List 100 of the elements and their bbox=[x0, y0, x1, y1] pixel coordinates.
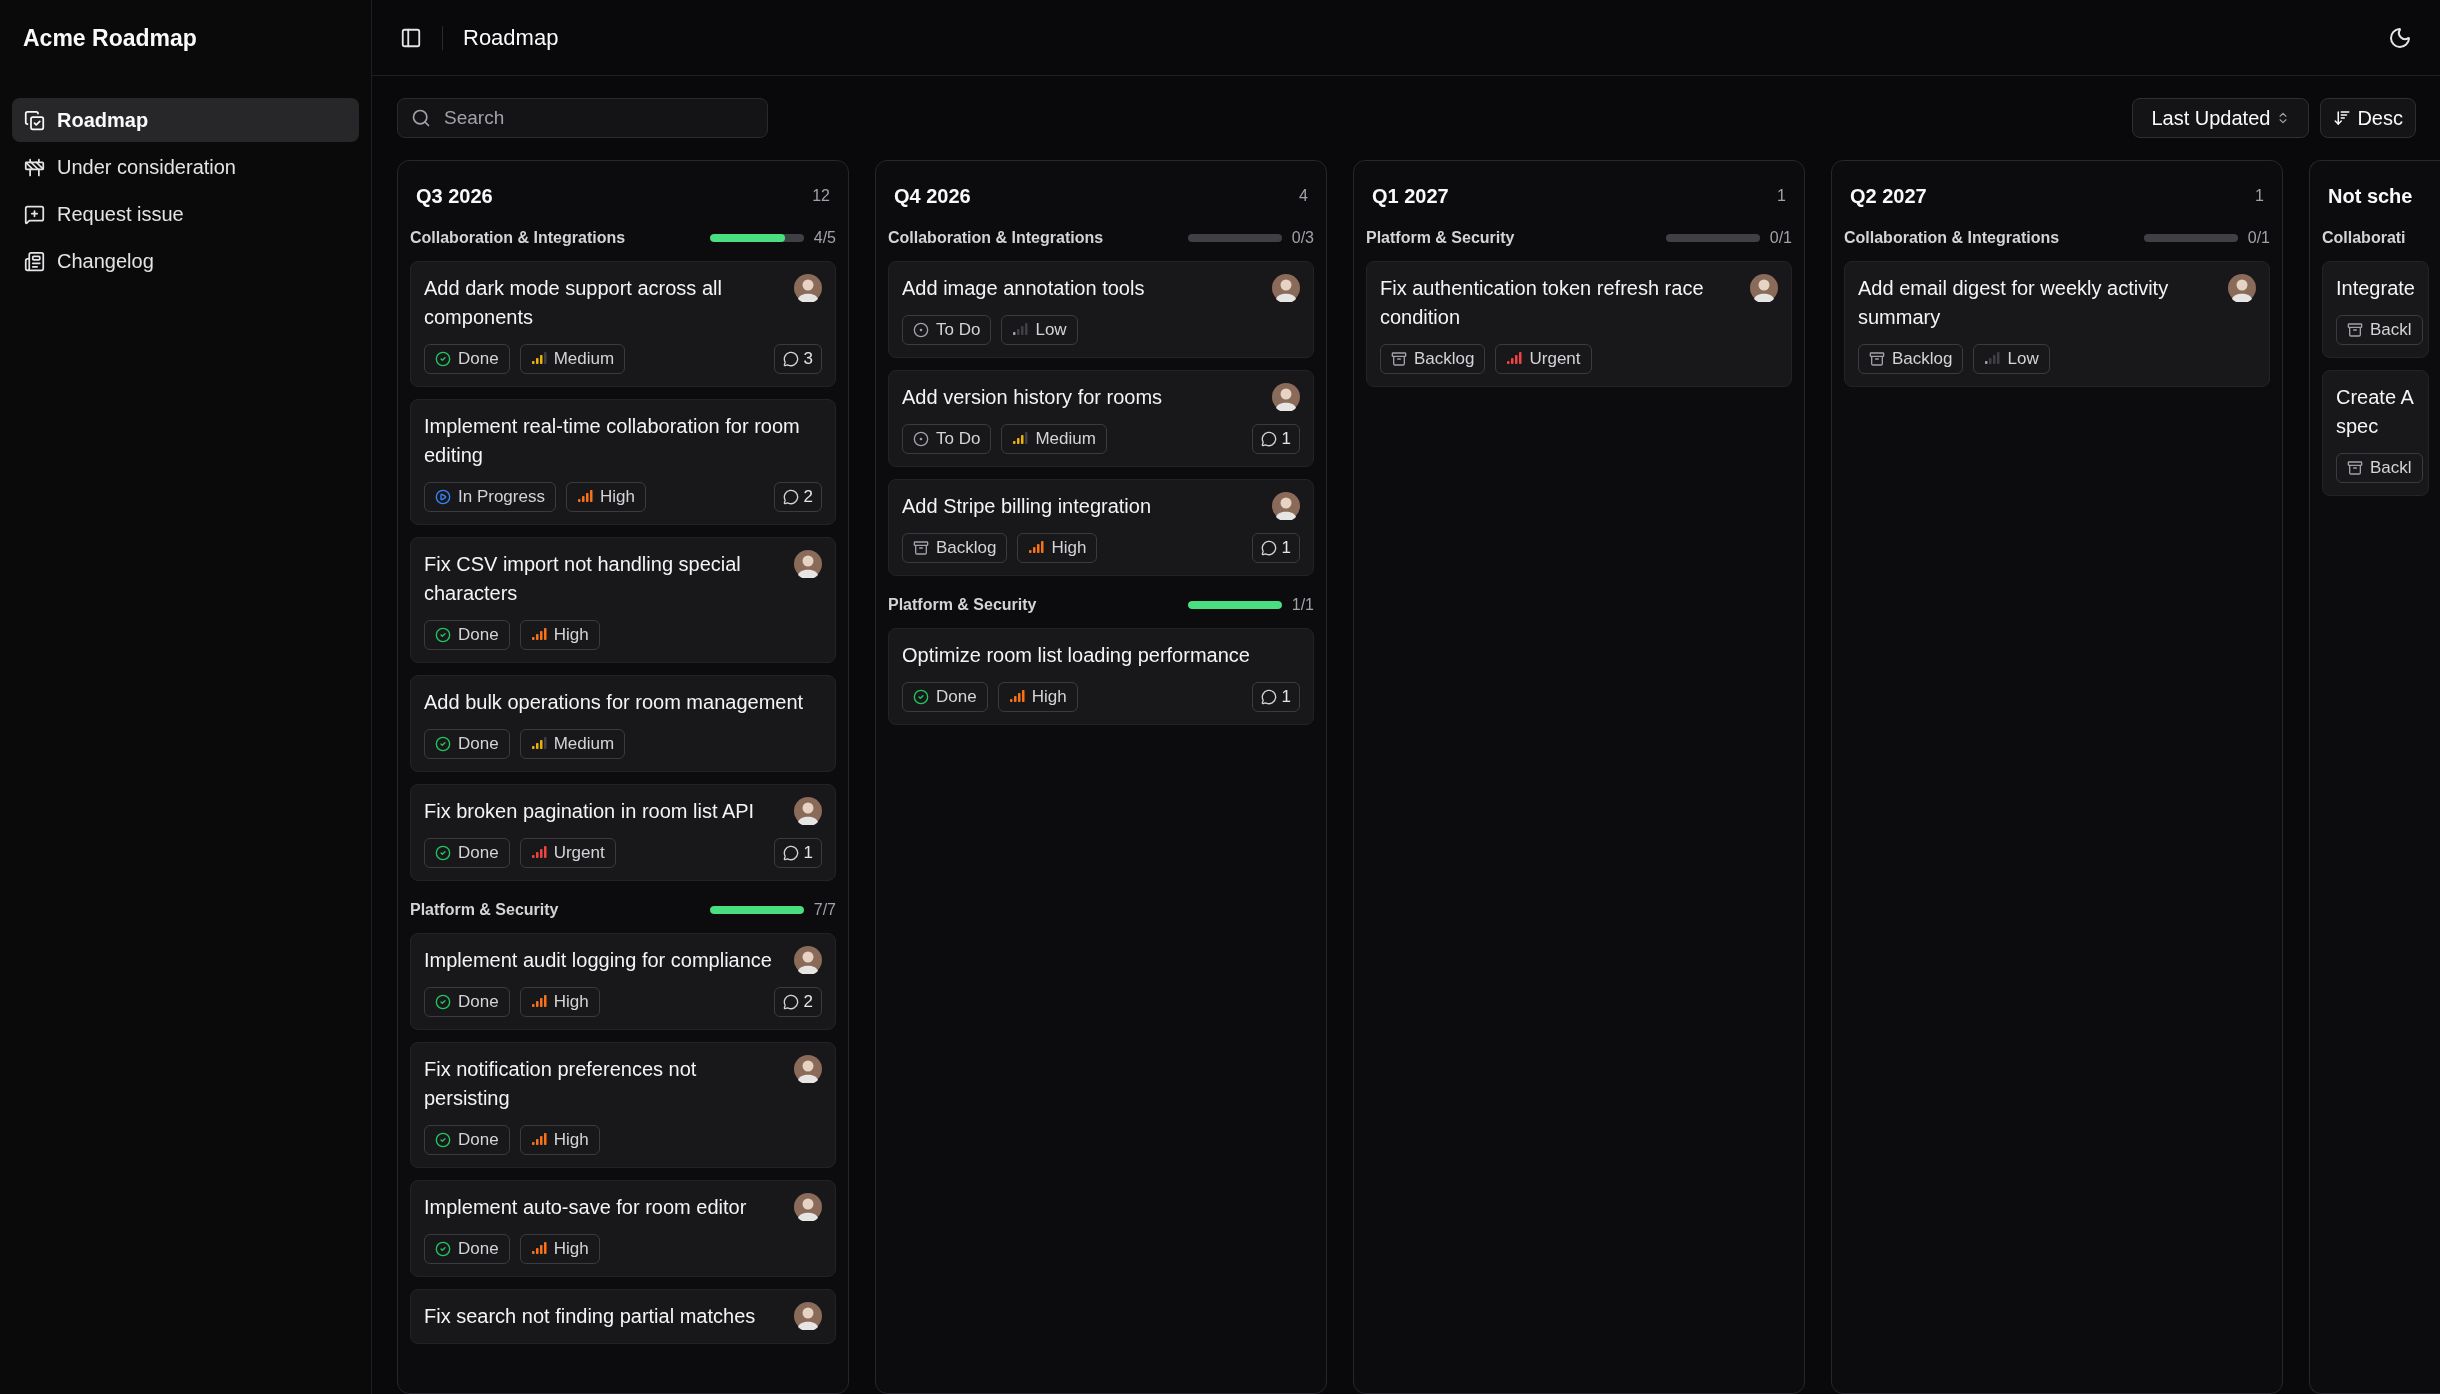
sort-select[interactable]: Last Updated bbox=[2132, 98, 2310, 138]
count-label: 3 bbox=[803, 348, 813, 371]
column-title: Q2 2027 bbox=[1850, 184, 1927, 209]
roadmap-card[interactable]: Add image annotation tools To Do Low bbox=[888, 261, 1314, 358]
badge-label: Done bbox=[458, 1238, 499, 1261]
dot-circle-icon bbox=[913, 322, 929, 338]
badge-label: Done bbox=[458, 733, 499, 756]
roadmap-card[interactable]: Add bulk operations for room management Done Medium bbox=[410, 675, 836, 772]
badge-label: Backlog bbox=[1414, 348, 1475, 371]
column-title: Q3 2026 bbox=[416, 184, 493, 209]
group-label: Collaboration & Integrations bbox=[410, 228, 627, 248]
check-circle-icon bbox=[435, 994, 451, 1010]
badge-label: In Progress bbox=[458, 486, 545, 509]
check-circle-icon bbox=[435, 351, 451, 367]
roadmap-card[interactable]: Add dark mode support across all components Done Medium 3 bbox=[410, 261, 836, 387]
column-title: Q1 2027 bbox=[1372, 184, 1449, 209]
comment-icon bbox=[782, 489, 799, 505]
card-title: Create A spec bbox=[2336, 385, 2415, 439]
roadmap-card[interactable]: Optimize room list loading performance Done High 1 bbox=[888, 628, 1314, 725]
check-circle-icon bbox=[435, 627, 451, 643]
comment-icon bbox=[782, 994, 799, 1010]
signal-bars-icon bbox=[530, 1133, 547, 1147]
count-label: 1 bbox=[1281, 537, 1291, 560]
app-title: Acme Roadmap bbox=[23, 23, 197, 53]
check-circle-icon bbox=[435, 1132, 451, 1148]
badge-label: Done bbox=[458, 624, 499, 647]
signal-bars-icon bbox=[530, 628, 547, 642]
roadmap-card[interactable]: Fix search not finding partial matches bbox=[410, 1289, 836, 1344]
sidebar-toggle-icon[interactable] bbox=[400, 26, 422, 49]
card-title: Fix search not finding partial matches bbox=[424, 1304, 757, 1329]
roadmap-card[interactable]: Add Stripe billing integration Backlog High 1 bbox=[888, 479, 1314, 576]
card-title: Add image annotation tools bbox=[902, 276, 1146, 301]
badge-label: High bbox=[599, 486, 635, 509]
card-title: Fix notification preferences not persisting bbox=[424, 1057, 698, 1111]
item-count: 1 bbox=[2255, 186, 2264, 206]
roadmap-card[interactable]: Implement auto-save for room editor Done High bbox=[410, 1180, 836, 1277]
progress-count: 1/1 bbox=[1291, 595, 1314, 615]
comment-icon bbox=[1260, 689, 1277, 705]
roadmap-card[interactable]: Integrate Backl bbox=[2322, 261, 2429, 358]
card-title: Fix authentication token refresh race condition bbox=[1380, 276, 1705, 330]
signal-bars-icon bbox=[1008, 690, 1025, 704]
sort-order-button[interactable]: Desc bbox=[2320, 98, 2416, 138]
roadmap-card[interactable]: Add email digest for weekly activity summary Backlog Low bbox=[1844, 261, 2270, 387]
search-field[interactable]: Search bbox=[397, 98, 768, 138]
signal-bars-icon bbox=[576, 490, 593, 504]
card-title: Integrate bbox=[2336, 276, 2415, 301]
group-label: Platform & Security bbox=[410, 900, 560, 920]
column-title: Not sche bbox=[2328, 184, 2413, 209]
signal-bars-icon bbox=[1028, 541, 1045, 555]
roadmap-card[interactable]: Fix broken pagination in room list API Done Urgent 1 bbox=[410, 784, 836, 881]
group-label: Collaborati bbox=[2322, 228, 2407, 248]
roadmap-card[interactable]: Fix notification preferences not persisting Done High bbox=[410, 1042, 836, 1168]
badge-label: Backl bbox=[2370, 319, 2412, 342]
badge-label: High bbox=[553, 624, 589, 647]
card-title: Add email digest for weekly activity summary bbox=[1858, 276, 2170, 330]
roadmap-card[interactable]: Fix authentication token refresh race condition Backlog Urgent bbox=[1366, 261, 1792, 387]
card-title: Add bulk operations for room management bbox=[424, 690, 805, 715]
sidebar-item[interactable]: Roadmap bbox=[12, 98, 359, 142]
roadmap-card[interactable]: Fix CSV import not handling special characters Done High bbox=[410, 537, 836, 663]
roadmap-card[interactable]: Implement audit logging for compliance Done High 2 bbox=[410, 933, 836, 1030]
group-label: Platform & Security bbox=[888, 595, 1038, 615]
card-title: Fix broken pagination in room list API bbox=[424, 799, 756, 824]
sidebar-item[interactable]: Request issue bbox=[12, 192, 359, 236]
message-plus-icon bbox=[24, 203, 45, 225]
page-title: Roadmap bbox=[463, 24, 559, 52]
archive-icon bbox=[2347, 322, 2363, 338]
count-label: 1 bbox=[1281, 428, 1291, 451]
roadmap-card[interactable]: Create A spec Backl bbox=[2322, 370, 2429, 496]
badge-label: To Do bbox=[936, 319, 981, 342]
sidebar-item[interactable]: Changelog bbox=[12, 239, 359, 283]
archive-icon bbox=[1869, 351, 1885, 367]
signal-bars-icon bbox=[1506, 352, 1523, 366]
count-label: 2 bbox=[803, 486, 813, 509]
badge-label: Backlog bbox=[1892, 348, 1953, 371]
play-circle-icon bbox=[435, 489, 451, 505]
card-title: Add version history for rooms bbox=[902, 385, 1164, 410]
badge-label: Medium bbox=[553, 348, 615, 371]
theme-toggle-icon[interactable] bbox=[2388, 25, 2412, 50]
roadmap-card[interactable]: Add version history for rooms To Do Medium 1 bbox=[888, 370, 1314, 467]
badge-label: Urgent bbox=[1529, 348, 1581, 371]
card-title: Fix CSV import not handling special characters bbox=[424, 552, 742, 606]
card-title: Implement real-time collaboration for room editing bbox=[424, 414, 801, 468]
signal-bars-icon bbox=[530, 737, 547, 751]
badge-label: High bbox=[553, 1129, 589, 1152]
signal-bars-icon bbox=[530, 352, 547, 366]
badge-label: Done bbox=[458, 991, 499, 1014]
progress-count: 7/7 bbox=[813, 900, 836, 920]
card-title: Implement auto-save for room editor bbox=[424, 1195, 748, 1220]
barrier-icon bbox=[24, 156, 45, 178]
badge-label: Medium bbox=[553, 733, 615, 756]
progress-count: 0/1 bbox=[1769, 228, 1792, 248]
dot-circle-icon bbox=[913, 431, 929, 447]
badge-label: Done bbox=[936, 686, 977, 709]
archive-icon bbox=[1391, 351, 1407, 367]
sort-descending-icon bbox=[2333, 109, 2352, 127]
sidebar-item[interactable]: Under consideration bbox=[12, 145, 359, 189]
roadmap-card[interactable]: Implement real-time collaboration for room editing In Progress High 2 bbox=[410, 399, 836, 525]
column-title: Q4 2026 bbox=[894, 184, 971, 209]
badge-label: Done bbox=[458, 348, 499, 371]
signal-bars-icon bbox=[1984, 352, 2001, 366]
